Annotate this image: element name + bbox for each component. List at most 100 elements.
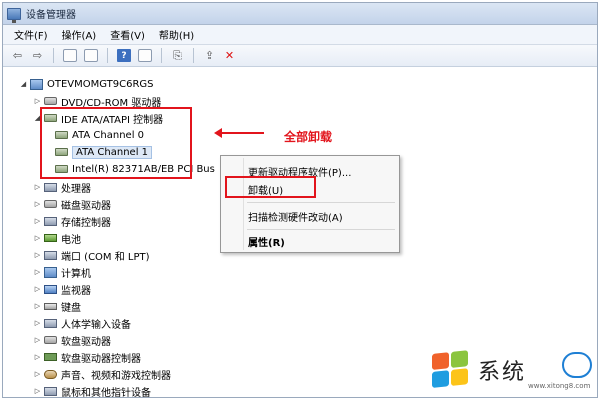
collapse-arrow-icon[interactable]: ▷ (33, 336, 42, 344)
collapse-arrow-icon[interactable]: ▷ (33, 353, 42, 361)
menu-scan-hardware[interactable]: 扫描检测硬件改动(A) (248, 208, 343, 224)
collapse-arrow-icon[interactable]: ▷ (33, 387, 42, 395)
battery-icon (44, 234, 57, 242)
tree-item-intel-pci-bus[interactable]: Intel(R) 82371AB/EB PCI Bus (55, 161, 215, 177)
tree-item-label: 端口 (COM 和 LPT) (61, 251, 150, 263)
ata-icon (44, 114, 57, 122)
tree-item-storage-controllers[interactable]: ▷ 存储控制器 (33, 213, 111, 229)
computer-icon (44, 266, 57, 278)
tree-item-floppy-drives[interactable]: ▷ 软盘驱动器 (33, 332, 111, 348)
toolbar-separator (193, 48, 194, 63)
menu-file[interactable]: 文件(F) (7, 25, 55, 44)
tree-item-label: 软盘驱动器 (61, 336, 111, 348)
expand-arrow-icon[interactable]: ◢ (33, 114, 42, 122)
tree-root-label: OTEVMOMGT9C6RGS (47, 78, 154, 90)
collapse-arrow-icon[interactable]: ▷ (33, 251, 42, 259)
collapse-arrow-icon[interactable]: ▷ (33, 200, 42, 208)
menu-action[interactable]: 操作(A) (55, 25, 104, 44)
computer-icon (30, 78, 43, 90)
tree-item-label: 电池 (61, 234, 81, 246)
tree-item-label: 计算机 (61, 268, 91, 280)
xitong-logo-icon (562, 352, 592, 378)
tree-item-computer[interactable]: ▷ 计算机 (33, 264, 91, 280)
tree-item-ata-channel-1[interactable]: ATA Channel 1 (55, 144, 153, 160)
tree-item-sound[interactable]: ▷ 声音、视频和游戏控制器 (33, 366, 171, 382)
tree-item-battery[interactable]: ▷ 电池 (33, 230, 81, 246)
toolbar-separator (161, 48, 162, 63)
toolbar-separator (107, 48, 108, 63)
show-hide-tree-icon[interactable] (63, 49, 77, 62)
port-icon (44, 250, 57, 260)
collapse-arrow-icon[interactable]: ▷ (33, 319, 42, 327)
cpu-icon (44, 182, 57, 192)
tree-item-label: ATA Channel 0 (72, 129, 145, 141)
tree-item-label: 存储控制器 (61, 217, 111, 229)
collapse-arrow-icon[interactable]: ▷ (33, 217, 42, 225)
title-bar: 设备管理器 (3, 3, 597, 25)
tree-item-ports[interactable]: ▷ 端口 (COM 和 LPT) (33, 247, 150, 263)
menu-uninstall[interactable]: 卸载(U) (248, 181, 283, 197)
collapse-arrow-icon[interactable]: ▷ (33, 183, 42, 191)
tree-item-label: 鼠标和其他指针设备 (61, 387, 151, 398)
menu-help[interactable]: 帮助(H) (152, 25, 201, 44)
back-arrow-icon[interactable]: ⇦ (9, 48, 26, 64)
tree-item-dvd[interactable]: ▷ DVD/CD-ROM 驱动器 (33, 93, 161, 109)
tree-item-keyboards[interactable]: ▷ 键盘 (33, 298, 81, 314)
tree-item-processor[interactable]: ▷ 处理器 (33, 179, 91, 195)
tree-item-label: Intel(R) 82371AB/EB PCI Bus (72, 163, 215, 175)
context-menu-separator (247, 202, 395, 203)
tree-item-ata-channel-0[interactable]: ATA Channel 0 (55, 127, 144, 143)
tree-item-hid[interactable]: ▷ 人体学输入设备 (33, 315, 131, 331)
mouse-icon (44, 386, 57, 396)
tree-root[interactable]: ◢ OTEVMOMGT9C6RGS (19, 76, 154, 92)
update-driver-icon[interactable]: ⇪ (201, 48, 218, 64)
menu-view[interactable]: 查看(V) (103, 25, 152, 44)
menu-properties[interactable]: 属性(R) (248, 233, 285, 249)
tree-item-label: 声音、视频和游戏控制器 (61, 370, 171, 382)
context-menu: 更新驱动程序软件(P)... 卸载(U) 扫描检测硬件改动(A) 属性(R) (220, 155, 400, 253)
context-menu-separator (247, 229, 395, 230)
tree-item-disk-drives[interactable]: ▷ 磁盘驱动器 (33, 196, 111, 212)
forward-arrow-icon[interactable]: ⇨ (29, 48, 46, 64)
uninstall-icon[interactable]: ✕ (221, 48, 238, 64)
disk-icon (44, 200, 57, 208)
properties-icon[interactable] (84, 49, 98, 62)
windows-logo-icon (432, 350, 470, 390)
tree-item-monitors[interactable]: ▷ 监视器 (33, 281, 91, 297)
watermark: 系统 www.xitong8.com (432, 348, 592, 394)
view-icon[interactable] (138, 49, 152, 62)
menu-bar: 文件(F) 操作(A) 查看(V) 帮助(H) (3, 25, 597, 45)
storage-icon (44, 216, 57, 226)
context-menu-gutter (243, 158, 244, 250)
collapse-arrow-icon[interactable]: ▷ (33, 302, 42, 310)
tree-item-label: ATA Channel 1 (72, 145, 153, 159)
toolbar: ⇦ ⇨ ? ⎘ ⇪ ✕ (3, 45, 597, 67)
tree-item-label: 软盘驱动器控制器 (61, 353, 141, 365)
ata-icon (55, 148, 68, 156)
scan-hardware-icon[interactable]: ⎘ (169, 48, 186, 64)
tree-item-ide[interactable]: ◢ IDE ATA/ATAPI 控制器 (33, 110, 163, 126)
collapse-arrow-icon[interactable]: ▷ (33, 285, 42, 293)
disk-icon (44, 97, 57, 105)
collapse-arrow-icon[interactable]: ▷ (33, 268, 42, 276)
tree-item-label: 键盘 (61, 302, 81, 314)
tree-item-label: 处理器 (61, 183, 91, 195)
ata-icon (55, 131, 68, 139)
watermark-url: www.xitong8.com (528, 382, 591, 390)
tree-item-label: 磁盘驱动器 (61, 200, 111, 212)
menu-update-driver[interactable]: 更新驱动程序软件(P)... (248, 163, 351, 179)
watermark-text: 系统 (478, 360, 527, 385)
sound-icon (44, 369, 57, 379)
tree-item-floppy-controllers[interactable]: ▷ 软盘驱动器控制器 (33, 349, 141, 365)
collapse-arrow-icon[interactable]: ▷ (33, 97, 42, 105)
collapse-arrow-icon[interactable]: ▷ (33, 370, 42, 378)
expand-arrow-icon[interactable]: ◢ (19, 80, 28, 88)
tree-item-label: 监视器 (61, 285, 91, 297)
floppy-controller-icon (44, 353, 57, 361)
ata-icon (55, 165, 68, 173)
tree-item-mouse[interactable]: ▷ 鼠标和其他指针设备 (33, 383, 151, 398)
toolbar-separator (53, 48, 54, 63)
help-icon[interactable]: ? (117, 49, 131, 62)
collapse-arrow-icon[interactable]: ▷ (33, 234, 42, 242)
tree-item-label: 人体学输入设备 (61, 319, 131, 331)
